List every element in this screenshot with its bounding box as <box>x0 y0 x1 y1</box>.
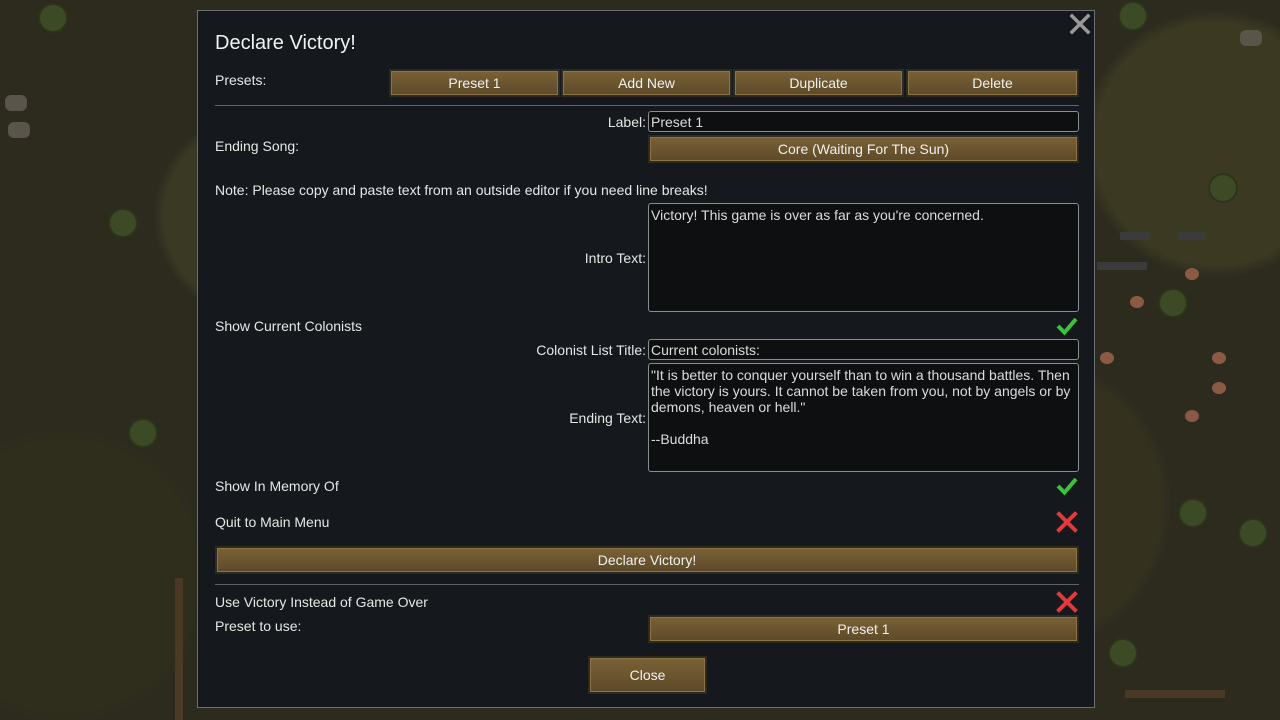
colonist-list-title-label: Colonist List Title: <box>536 342 646 358</box>
tree <box>130 420 156 446</box>
checkmark-icon[interactable] <box>1056 315 1078 337</box>
tree <box>1120 3 1146 29</box>
ending-text-label: Ending Text: <box>569 410 646 426</box>
dialog-title: Declare Victory! <box>215 32 356 54</box>
divider <box>215 105 1079 106</box>
ending-song-label: Ending Song: <box>215 138 300 154</box>
tree <box>1160 290 1186 316</box>
rock <box>8 122 30 138</box>
checkmark-icon[interactable] <box>1056 475 1078 497</box>
colonist-list-title-field[interactable]: Current colonists: <box>648 339 1079 360</box>
close-button[interactable]: Close <box>588 656 707 694</box>
tree <box>40 5 66 31</box>
tree <box>110 210 136 236</box>
intro-text-label: Intro Text: <box>584 250 646 266</box>
use-victory-instead-label: Use Victory Instead of Game Over <box>215 594 428 610</box>
add-new-preset-button[interactable]: Add New <box>561 69 732 97</box>
bush <box>1185 268 1199 280</box>
duplicate-preset-button[interactable]: Duplicate <box>733 69 904 97</box>
bush <box>1130 296 1144 308</box>
declare-victory-dialog: Declare Victory! Presets: Preset 1 Add N… <box>197 10 1095 708</box>
intro-text-area[interactable]: Victory! This game is over as far as you… <box>648 203 1079 312</box>
preset-to-use-button[interactable]: Preset 1 <box>648 615 1079 643</box>
divider <box>215 584 1079 585</box>
label-field[interactable]: Preset 1 <box>648 111 1079 132</box>
wall <box>1178 232 1206 240</box>
preset-to-use-label: Preset to use: <box>215 618 302 634</box>
rock <box>5 95 27 111</box>
label-label: Label: <box>607 114 646 130</box>
presets-label: Presets: <box>215 72 267 88</box>
tree <box>1210 175 1236 201</box>
preset-1-button[interactable]: Preset 1 <box>389 69 560 97</box>
delete-preset-button[interactable]: Delete <box>906 69 1079 97</box>
ending-song-button[interactable]: Core (Waiting For The Sun) <box>648 135 1079 163</box>
line-break-note: Note: Please copy and paste text from an… <box>215 182 708 198</box>
bush <box>1185 410 1199 422</box>
cross-icon[interactable] <box>1056 591 1078 613</box>
quit-to-main-menu-label: Quit to Main Menu <box>215 514 330 530</box>
ending-text-area[interactable]: "It is better to conquer yourself than t… <box>648 363 1079 472</box>
bush <box>1212 382 1226 394</box>
bush <box>1100 352 1114 364</box>
cross-icon[interactable] <box>1056 511 1078 533</box>
rock <box>1240 30 1262 46</box>
show-current-colonists-label: Show Current Colonists <box>215 318 363 334</box>
close-icon[interactable] <box>1068 12 1092 36</box>
tree <box>1110 640 1136 666</box>
wall <box>1097 262 1147 270</box>
tree <box>1180 500 1206 526</box>
tree <box>1240 520 1266 546</box>
wall <box>1120 232 1150 240</box>
show-in-memory-of-label: Show In Memory Of <box>215 478 339 494</box>
wall <box>1125 690 1225 698</box>
bush <box>1212 352 1226 364</box>
declare-victory-button[interactable]: Declare Victory! <box>215 546 1079 574</box>
wall <box>175 578 183 720</box>
